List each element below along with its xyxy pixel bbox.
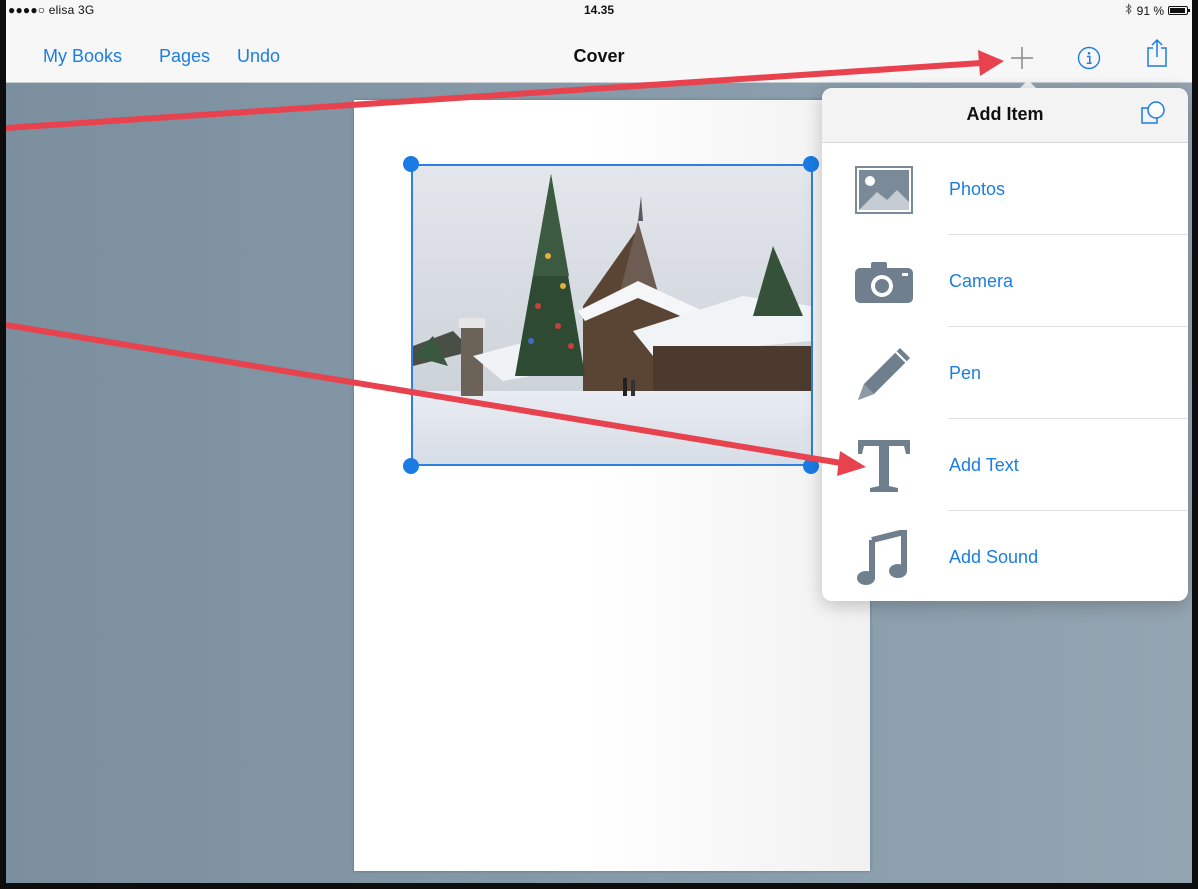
resize-handle-top-left[interactable]: [403, 156, 419, 172]
resize-handle-bottom-right[interactable]: [803, 458, 819, 474]
menu-item-add-text[interactable]: Add Text: [822, 419, 1188, 511]
text-icon: [852, 439, 916, 493]
menu-item-pen[interactable]: Pen: [822, 327, 1188, 419]
winter-village-image: [413, 166, 811, 464]
add-item-popover: Add Item Photos Camera Pen Add Text Add …: [822, 88, 1188, 601]
pages-button[interactable]: Pages: [159, 46, 210, 67]
bluetooth-icon: [1125, 3, 1133, 18]
navigation-bar: My Books Pages Undo Cover: [6, 20, 1192, 83]
app-window: ●●●●○ elisa 3G 14.35 91 % My Books Pages…: [0, 0, 1198, 889]
battery-level: [1170, 8, 1185, 13]
battery-percentage: 91 %: [1136, 3, 1164, 18]
music-note-icon: [852, 530, 916, 585]
resize-handle-top-right[interactable]: [803, 156, 819, 172]
menu-item-photos[interactable]: Photos: [822, 143, 1188, 235]
info-icon[interactable]: [1077, 46, 1101, 75]
plus-icon[interactable]: [1010, 46, 1034, 75]
photos-icon: [852, 163, 916, 217]
menu-item-label: Add Text: [949, 455, 1019, 475]
menu-item-add-sound[interactable]: Add Sound: [822, 511, 1188, 601]
menu-item-label: Add Sound: [949, 547, 1039, 567]
status-right-group: 91 %: [1125, 3, 1190, 18]
menu-item-label: Camera: [949, 271, 1014, 291]
menu-item-label: Photos: [949, 179, 1006, 199]
status-time: 14.35: [583, 3, 615, 17]
undo-button[interactable]: Undo: [237, 46, 280, 67]
popover-header: Add Item: [822, 88, 1188, 143]
shapes-icon[interactable]: [1140, 100, 1166, 131]
camera-icon: [852, 255, 916, 309]
resize-handle-bottom-left[interactable]: [403, 458, 419, 474]
share-icon[interactable]: [1146, 38, 1168, 73]
popover-title: Add Item: [966, 104, 1044, 124]
status-bar: ●●●●○ elisa 3G 14.35 91 %: [6, 0, 1192, 20]
my-books-button[interactable]: My Books: [43, 46, 122, 67]
pen-icon: [852, 347, 916, 401]
cover-photo[interactable]: [411, 164, 813, 466]
menu-item-camera[interactable]: Camera: [822, 235, 1188, 327]
battery-icon: [1168, 6, 1190, 15]
menu-item-label: Pen: [949, 363, 982, 383]
